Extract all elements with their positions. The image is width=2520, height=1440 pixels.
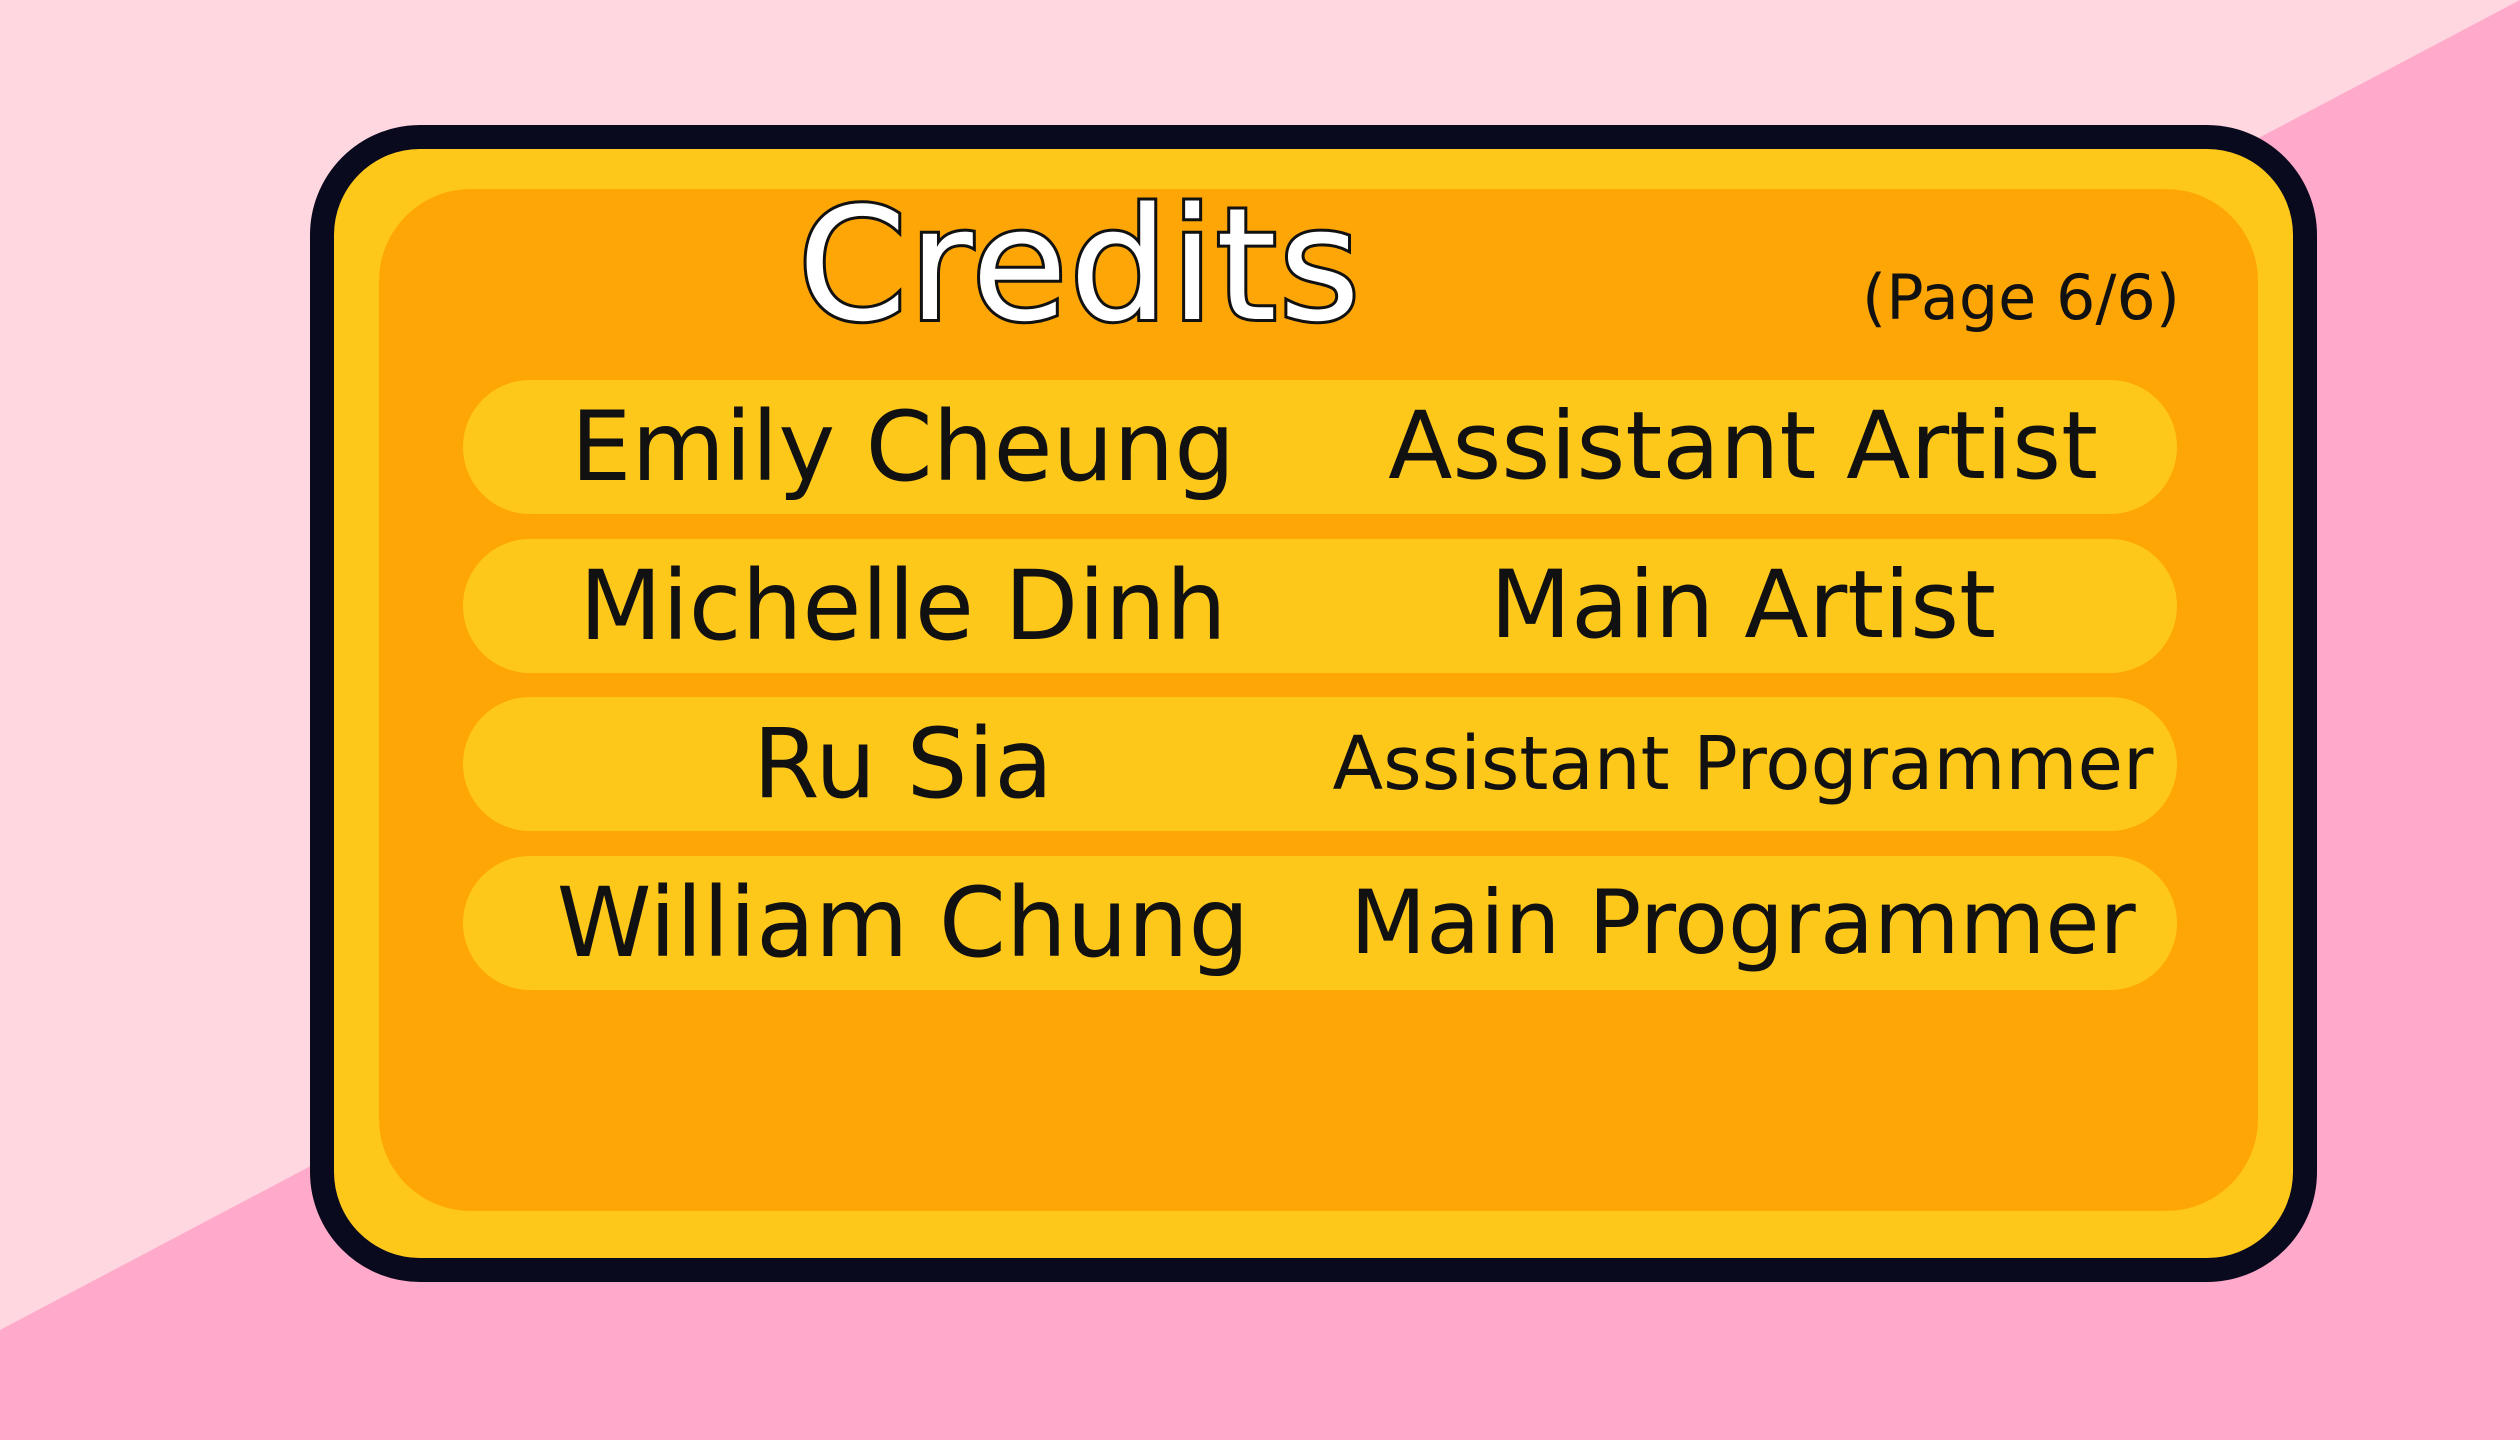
credit-name: Michelle Dinh	[579, 550, 1227, 662]
credit-role: Main Artist	[1489, 551, 1997, 660]
credit-row: William Chung Main Programmer	[463, 856, 2177, 990]
credit-row: Emily Cheung Assistant Artist	[463, 380, 2177, 514]
page-title: Credits	[795, 171, 1363, 359]
credit-role: Assistant Artist	[1388, 392, 2098, 501]
credit-name: Emily Cheung	[570, 391, 1236, 503]
credit-role: Main Programmer	[1350, 871, 2136, 974]
credit-row: Ru Sia Assistant Programmer	[463, 697, 2177, 831]
credit-name: Ru Sia	[752, 708, 1054, 820]
credit-row: Michelle Dinh Main Artist	[463, 539, 2177, 673]
page-indicator: (Page 6/6)	[1862, 261, 2180, 334]
credit-name: William Chung	[556, 867, 1250, 979]
credit-role: Assistant Programmer	[1332, 721, 2154, 807]
